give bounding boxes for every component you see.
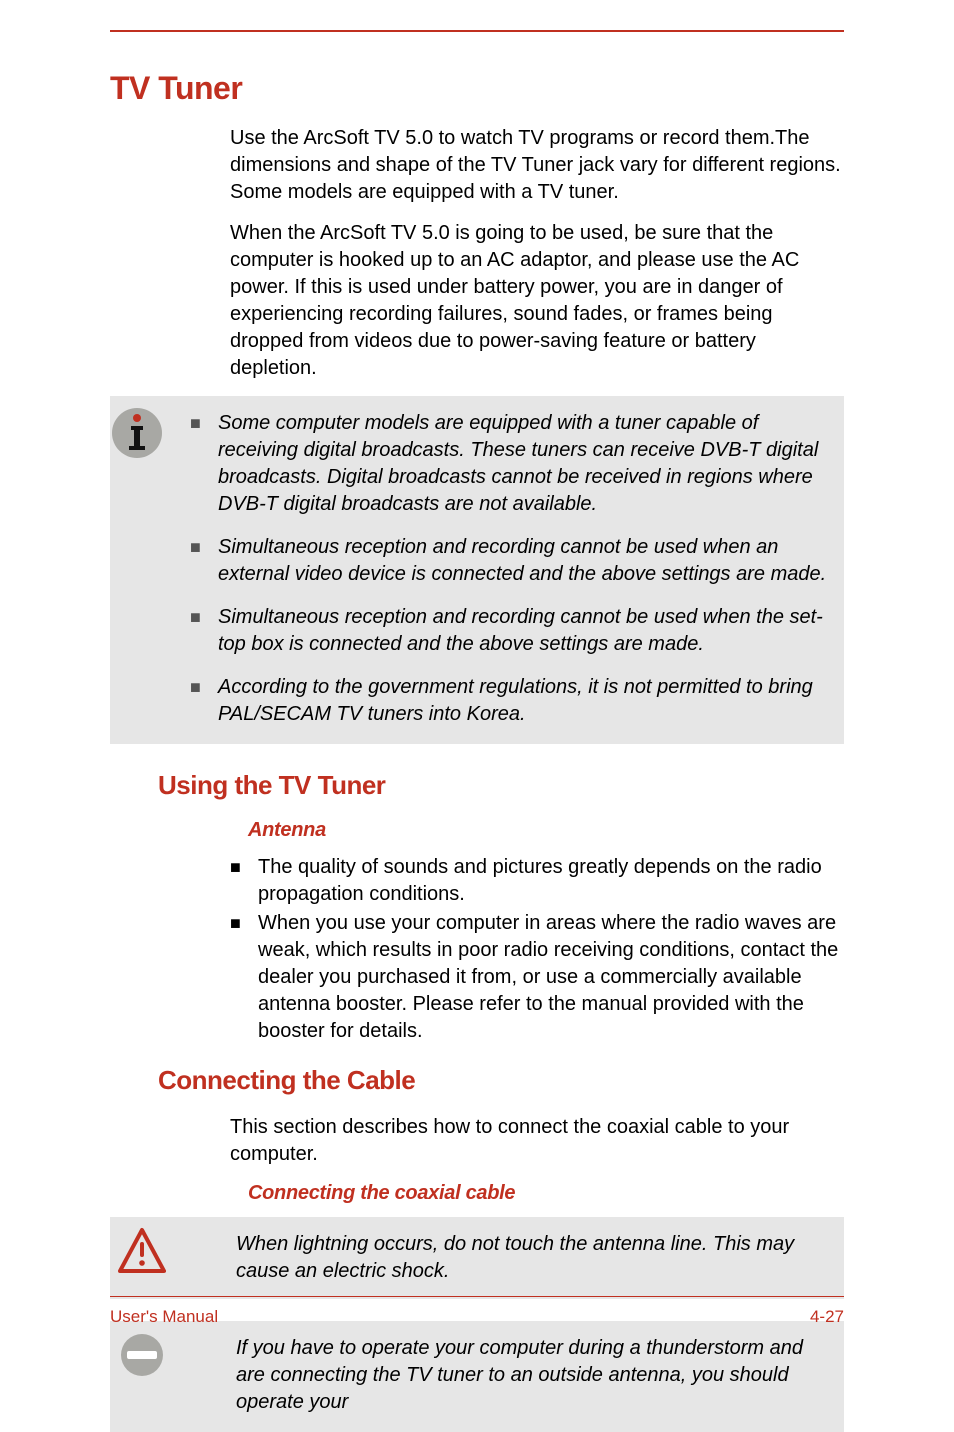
antenna-item: ■ When you use your computer in areas wh… bbox=[230, 910, 844, 1045]
no-entry-icon bbox=[118, 1331, 166, 1379]
connecting-coaxial-heading: Connecting the coaxial cable bbox=[248, 1182, 844, 1205]
footer-row: User's Manual 4-27 bbox=[110, 1307, 844, 1327]
page-title: TV Tuner bbox=[110, 70, 844, 107]
footer-rule bbox=[110, 1296, 844, 1297]
connect-intro: This section describes how to connect th… bbox=[230, 1114, 844, 1168]
using-tv-tuner-heading: Using the TV Tuner bbox=[158, 770, 844, 801]
note-item: ■ Simultaneous reception and recording c… bbox=[190, 534, 828, 588]
note-item-text: Some computer models are equipped with a… bbox=[218, 410, 828, 518]
top-rule bbox=[110, 30, 844, 32]
note-item-text: According to the government regulations,… bbox=[218, 674, 828, 728]
info-note-content: ■ Some computer models are equipped with… bbox=[190, 410, 828, 728]
warning-box-1: When lightning occurs, do not touch the … bbox=[110, 1217, 844, 1299]
note-item-text: Simultaneous reception and recording can… bbox=[218, 604, 828, 658]
antenna-item-text: When you use your computer in areas wher… bbox=[258, 910, 844, 1045]
note-item: ■ Some computer models are equipped with… bbox=[190, 410, 828, 518]
info-note-box: ■ Some computer models are equipped with… bbox=[110, 396, 844, 744]
intro-paragraph-1: Use the ArcSoft TV 5.0 to watch TV progr… bbox=[230, 125, 844, 206]
antenna-heading: Antenna bbox=[248, 819, 844, 842]
antenna-item: ■ The quality of sounds and pictures gre… bbox=[230, 854, 844, 908]
intro-block: Use the ArcSoft TV 5.0 to watch TV progr… bbox=[230, 125, 844, 382]
warning-icon bbox=[118, 1227, 166, 1275]
warning-box-2: If you have to operate your computer dur… bbox=[110, 1321, 844, 1432]
bullet-icon: ■ bbox=[190, 534, 218, 560]
bullet-icon: ■ bbox=[230, 910, 258, 936]
footer-page-number: 4-27 bbox=[810, 1307, 844, 1327]
warning-text-2: If you have to operate your computer dur… bbox=[236, 1335, 828, 1416]
page-container: TV Tuner Use the ArcSoft TV 5.0 to watch… bbox=[0, 30, 954, 1375]
bullet-icon: ■ bbox=[190, 410, 218, 436]
footer-left-text: User's Manual bbox=[110, 1307, 218, 1327]
note-item: ■ According to the government regulation… bbox=[190, 674, 828, 728]
warning-text-1: When lightning occurs, do not touch the … bbox=[236, 1231, 828, 1285]
intro-paragraph-2: When the ArcSoft TV 5.0 is going to be u… bbox=[230, 220, 844, 382]
note-item-text: Simultaneous reception and recording can… bbox=[218, 534, 828, 588]
connecting-cable-heading: Connecting the Cable bbox=[158, 1065, 844, 1096]
note-item: ■ Simultaneous reception and recording c… bbox=[190, 604, 828, 658]
page-footer: User's Manual 4-27 bbox=[110, 1296, 844, 1327]
bullet-icon: ■ bbox=[190, 674, 218, 700]
antenna-item-text: The quality of sounds and pictures great… bbox=[258, 854, 844, 908]
info-icon bbox=[110, 406, 164, 460]
bullet-icon: ■ bbox=[230, 854, 258, 880]
bullet-icon: ■ bbox=[190, 604, 218, 630]
